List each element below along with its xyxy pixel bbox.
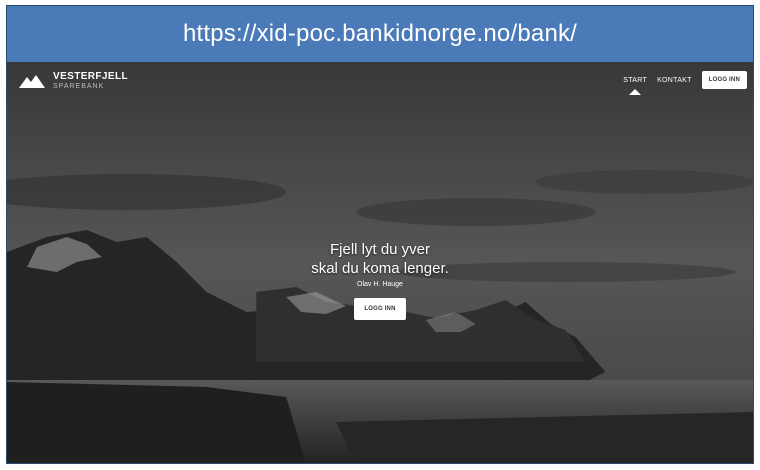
quote-author: Olav H. Hauge <box>357 281 403 288</box>
hero-quote-line-1: Fjell lyt du yver <box>329 241 431 258</box>
header-login-button[interactable]: LOGG INN <box>701 71 747 89</box>
browser-frame: https://xid-poc.bankidnorge.no/bank/ VES… <box>6 5 754 464</box>
web-page: VESTERFJELL SPAREBANK START KONTAKT LOGG… <box>7 62 753 463</box>
brand-name: VESTERFJELL <box>53 71 128 82</box>
hero-section: Fjell lyt du yver skal du koma lenger. O… <box>7 240 753 320</box>
mountain-logo-icon <box>19 75 45 88</box>
site-logo[interactable]: VESTERFJELL SPAREBANK <box>19 72 128 90</box>
brand-subtitle: SPAREBANK <box>53 83 105 90</box>
nav-start-link[interactable]: START <box>623 77 647 84</box>
hero-quote-line-2: skal du koma lenger. <box>311 260 449 277</box>
nav-kontakt-link[interactable]: KONTAKT <box>657 77 692 84</box>
url-bar[interactable]: https://xid-poc.bankidnorge.no/bank/ <box>7 6 753 63</box>
hero-login-button[interactable]: LOGG INN <box>354 298 406 320</box>
nav-links: START KONTAKT LOGG INN <box>623 71 747 89</box>
top-navigation: VESTERFJELL SPAREBANK START KONTAKT LOGG… <box>7 62 753 98</box>
url-text[interactable]: https://xid-poc.bankidnorge.no/bank/ <box>183 20 577 48</box>
